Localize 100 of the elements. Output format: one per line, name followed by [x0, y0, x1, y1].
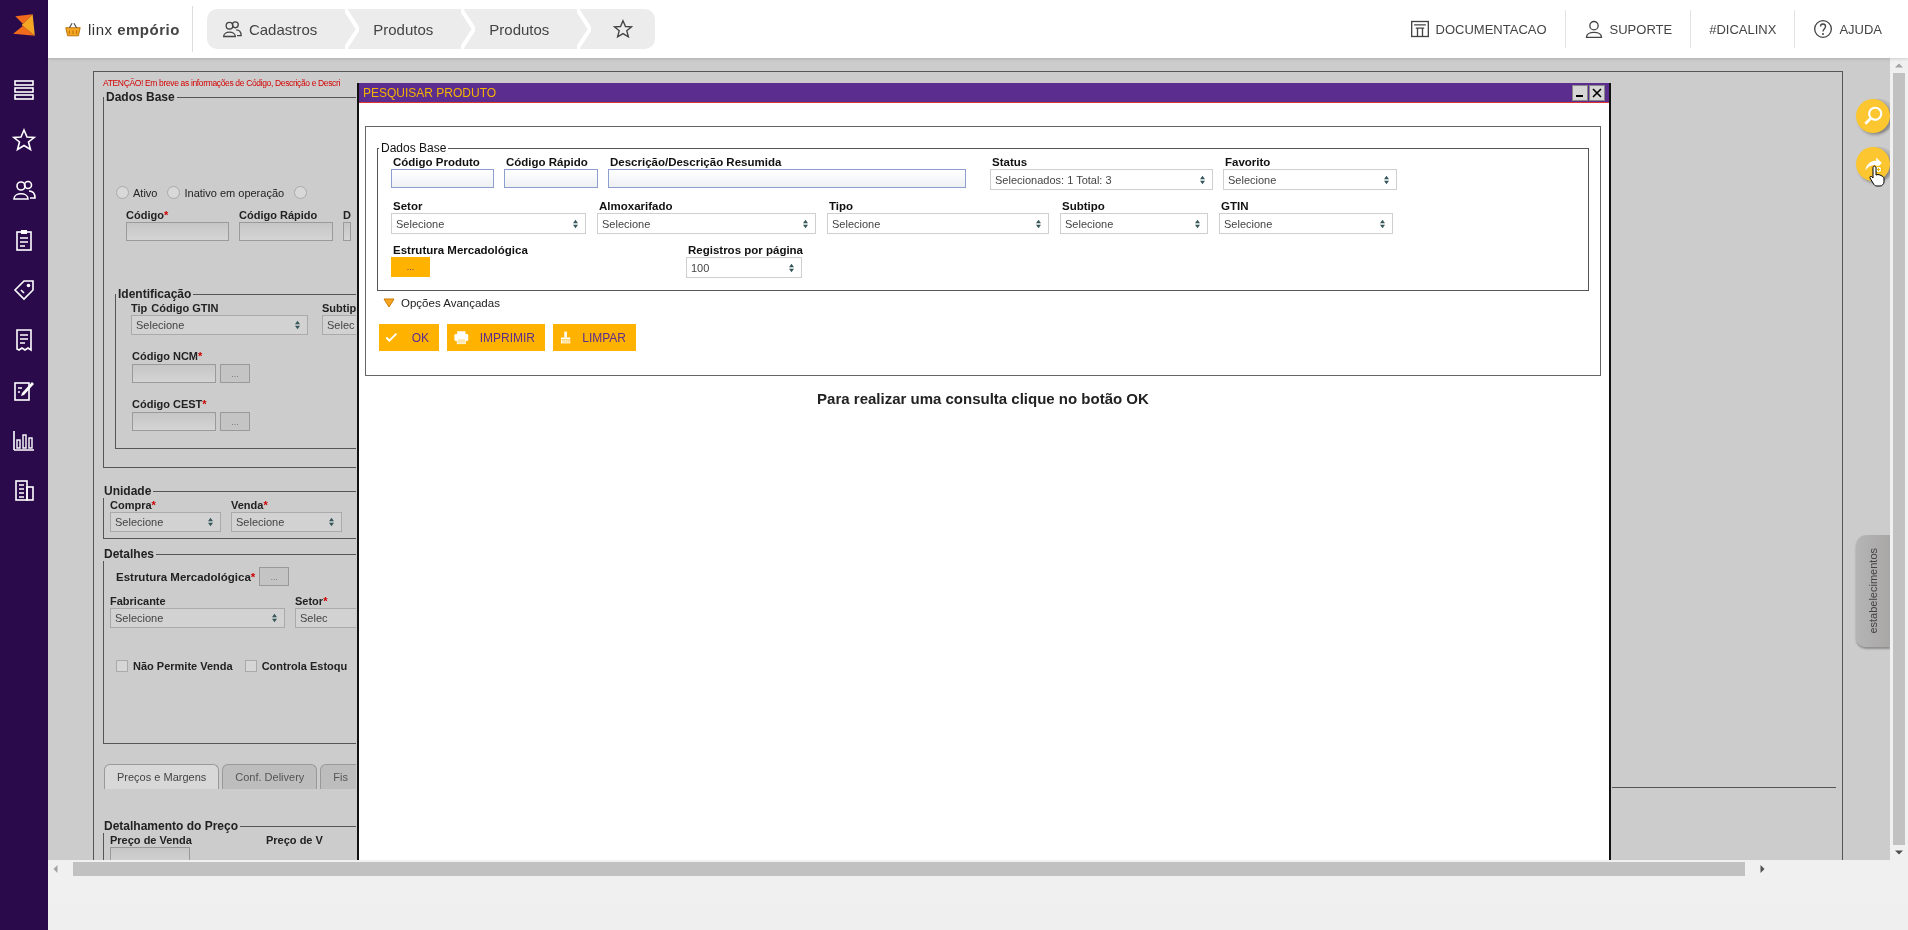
breadcrumb-link[interactable]: Produtos [475, 20, 578, 38]
brand-name: linx empório [88, 20, 180, 38]
dropdown-arrow-icon [802, 218, 809, 229]
input-field[interactable] [504, 169, 598, 188]
input-field[interactable] [343, 222, 351, 241]
scroll-down-icon[interactable] [1894, 849, 1904, 856]
select-field[interactable]: Selecione [391, 213, 586, 234]
field-label: Compra* [110, 498, 157, 512]
person-icon [1583, 19, 1604, 39]
header-link[interactable]: SUPORTE [1565, 19, 1691, 39]
input-field[interactable] [126, 222, 229, 241]
vertical-scrollbar[interactable] [1890, 58, 1908, 860]
lookup-button[interactable]: ... [391, 257, 430, 277]
tab[interactable]: Preços e Margens [104, 764, 220, 789]
radio-button[interactable] [167, 186, 181, 199]
tag-icon[interactable] [12, 278, 36, 302]
scroll-left-icon[interactable] [52, 864, 59, 874]
people-icon[interactable] [12, 178, 36, 202]
dialog-title: PESQUISAR PRODUTO [363, 85, 497, 100]
field-label: Descrição/Descrição Resumida [610, 155, 783, 169]
select-field[interactable]: Selecione [827, 213, 1049, 234]
field-label: Código Rápido [506, 155, 589, 169]
dropdown-arrow-icon [1194, 218, 1201, 229]
select-field[interactable]: Selecionados: 1 Total: 3 [990, 169, 1213, 190]
field-label: Tip [131, 301, 148, 315]
field-label: Status [992, 155, 1029, 169]
field-label: Estrutura Mercadológica [393, 243, 529, 257]
header-link[interactable]: AJUDA [1795, 19, 1908, 39]
star-icon[interactable] [613, 19, 634, 39]
tab[interactable]: Fis [320, 764, 356, 789]
field-label: Tipo [829, 199, 855, 213]
field-label: Favorito [1225, 155, 1272, 169]
select-field[interactable]: Selecione [110, 512, 221, 532]
action-button[interactable]: OK [379, 324, 439, 351]
tab[interactable]: Conf. Delivery [222, 764, 318, 789]
input-field[interactable] [391, 169, 494, 188]
hint-message: Para realizar uma consulta clique no botão OK [816, 390, 1150, 407]
help-icon [1813, 19, 1834, 39]
field-label: Código Produto [393, 155, 481, 169]
select-field[interactable]: Selecione [131, 315, 308, 335]
search-button[interactable] [1856, 99, 1890, 133]
checkbox-label: Não Permite Venda [133, 660, 233, 672]
select-field[interactable]: Selecione [231, 512, 342, 532]
horizontal-scrollbar[interactable] [48, 860, 1908, 878]
select-field[interactable]: Selec [295, 608, 356, 628]
field-label: Preço de V [266, 833, 323, 847]
field-label: Código* [126, 208, 170, 222]
select-field[interactable]: Selecione [1060, 213, 1208, 234]
breadcrumb-link[interactable]: Produtos [359, 20, 462, 38]
radio-button[interactable] [116, 186, 129, 199]
search-icon [1862, 105, 1884, 127]
scroll-thumb[interactable] [1893, 73, 1905, 845]
dropdown-arrow-icon [1383, 174, 1390, 185]
field-label: Fabricante [110, 594, 167, 608]
document-icon [1409, 19, 1430, 39]
scroll-up-icon[interactable] [1894, 62, 1904, 69]
checkbox[interactable] [244, 660, 257, 672]
section-legend: Unidade [102, 484, 154, 498]
select-field[interactable]: Selecione [597, 213, 816, 234]
input-field[interactable] [132, 412, 216, 431]
action-button[interactable]: LIMPAR [553, 324, 636, 351]
select-field[interactable]: Selecione [1223, 169, 1397, 190]
scroll-right-icon[interactable] [1759, 864, 1766, 874]
scroll-thumb[interactable] [73, 862, 1745, 876]
radio-label: Inativo em operação [184, 186, 285, 199]
field-label: Venda* [231, 498, 269, 512]
people-icon [220, 19, 243, 39]
side-tab[interactable]: estabelecimentos [1856, 535, 1890, 647]
minimize-button[interactable] [1572, 84, 1588, 101]
triangle-down-icon[interactable] [383, 298, 395, 308]
input-field[interactable] [608, 169, 966, 188]
input-field[interactable] [239, 222, 333, 241]
field-label: Subtipo [1062, 199, 1106, 213]
building-icon[interactable] [12, 478, 36, 502]
field-label: D [343, 208, 351, 222]
field-label: GTIN [1221, 199, 1250, 213]
dropdown-arrow-icon [1199, 174, 1206, 185]
checkbox[interactable] [116, 660, 128, 672]
radio-button[interactable] [294, 186, 308, 199]
select-field[interactable]: Selecione [110, 608, 285, 628]
menu-icon[interactable] [12, 78, 36, 102]
advanced-options-link[interactable]: Opções Avançadas [401, 297, 500, 309]
section-legend: Identificação [116, 287, 194, 301]
select-field[interactable]: Selec [322, 315, 356, 335]
field-label: Código CEST* [132, 397, 208, 411]
select-field[interactable]: Selecione [1219, 213, 1393, 234]
dropdown-arrow-icon [572, 218, 579, 229]
section-legend: Dados Base [104, 90, 177, 104]
header-link[interactable]: DOCUMENTACAO [1391, 19, 1565, 39]
hand-cursor-icon [1869, 165, 1885, 187]
chart-icon[interactable] [12, 428, 36, 452]
select-field[interactable]: 100 [686, 257, 802, 278]
checkbox-label: Controla Estoqu [261, 660, 348, 672]
dropdown-arrow-icon [1035, 218, 1042, 229]
action-button[interactable]: IMPRIMIR [447, 324, 545, 351]
section-legend: Detalhamento do Preço [102, 819, 241, 833]
close-button[interactable] [1589, 84, 1605, 101]
breadcrumb-link[interactable]: Cadastros [220, 19, 346, 39]
header-link[interactable]: #DICALINX [1691, 21, 1795, 37]
input-field[interactable] [132, 364, 216, 383]
